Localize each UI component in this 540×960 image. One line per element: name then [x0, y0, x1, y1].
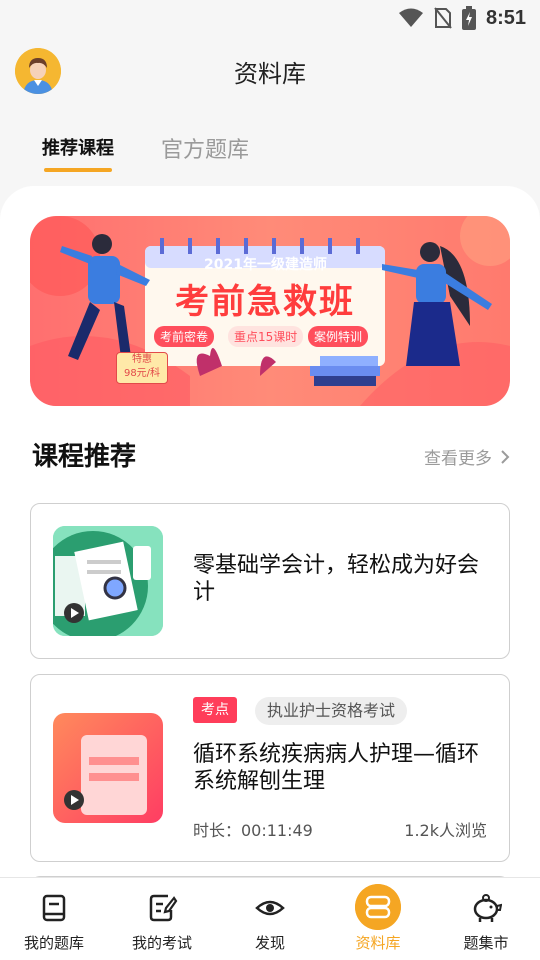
exam-category-tag[interactable]: 执业护士资格考试 [255, 697, 408, 725]
section-title: 课程推荐 [32, 442, 137, 472]
status-icons: 8:51 [398, 6, 526, 30]
bottom-nav: 我的题库 我的考试 发现 资料库 题集市 [0, 877, 540, 960]
nav-library[interactable]: 资料库 [324, 878, 432, 960]
app-header: 资料库 [0, 36, 540, 106]
course-view-count: 1.2k人浏览 [404, 821, 487, 840]
price-badge: 特惠 98元/科 [116, 352, 168, 384]
nav-label: 资料库 [355, 934, 401, 952]
nav-label: 发现 [254, 934, 285, 952]
course-title: 循环系统疾病病人护理—循环系统解刨生理 [193, 742, 480, 794]
nav-label: 题集市 [463, 934, 509, 952]
tab-bar: 推荐课程 官方题库 [0, 128, 540, 178]
accounting-thumbnail-illustration [53, 526, 163, 636]
price-badge-line2: 98元/科 [123, 368, 161, 379]
nav-my-question-bank[interactable]: 我的题库 [0, 878, 108, 960]
course-duration: 时长：00:11:49 [193, 821, 313, 840]
eye-icon [255, 900, 285, 916]
exam-edit-icon [149, 894, 178, 922]
course-card[interactable]: 考点 执业护士资格考试 循环系统疾病病人护理—循环系统解刨生理 时长：00:11… [30, 674, 510, 862]
course-title: 零基础学会计，轻松成为好会计 [193, 553, 480, 605]
tab-recommended-courses[interactable]: 推荐课程 [42, 134, 114, 160]
status-time: 8:51 [485, 6, 526, 29]
topic-tag: 考点 [193, 697, 237, 723]
tab-official-question-bank[interactable]: 官方题库 [161, 132, 249, 164]
wifi-icon [398, 8, 423, 27]
no-sim-icon [434, 7, 452, 29]
active-tab-indicator [44, 168, 112, 172]
banner-chip-2: 重点15课时 [228, 326, 304, 347]
view-more-link[interactable]: 查看更多 [424, 444, 510, 469]
banner-title: 考前急救班 [175, 282, 355, 322]
banner-subtitle: 2021年一级建造师 [204, 257, 327, 273]
nav-label: 我的题库 [23, 934, 84, 952]
nav-question-market[interactable]: 题集市 [432, 878, 540, 960]
banner-chip-1: 考前密卷 [154, 326, 215, 347]
promo-banner[interactable]: 2021年一级建造师 考前急救班 考前密卷 重点15课时 案例特训 特惠 98元… [30, 216, 510, 406]
chevron-right-icon [501, 449, 510, 464]
library-icon [355, 884, 401, 930]
banner-chip-3: 案例特训 [308, 326, 369, 347]
page-title: 资料库 [234, 60, 306, 88]
nav-label: 我的考试 [131, 934, 192, 952]
course-thumbnail [53, 526, 163, 636]
status-bar: 8:51 [0, 0, 540, 36]
document-thumbnail-illustration [64, 735, 147, 815]
course-card[interactable]: 零基础学会计，轻松成为好会计 [30, 503, 510, 659]
view-more-label: 查看更多 [424, 449, 492, 469]
price-badge-line1: 特惠 [132, 354, 152, 365]
piggy-bank-icon [473, 894, 502, 922]
nav-discover[interactable]: 发现 [216, 878, 324, 960]
book-icon [42, 894, 66, 922]
course-thumbnail [53, 713, 163, 823]
battery-charging-icon [461, 6, 476, 30]
nav-my-exams[interactable]: 我的考试 [108, 878, 216, 960]
content-panel: 2021年一级建造师 考前急救班 考前密卷 重点15课时 案例特训 特惠 98元… [0, 186, 540, 916]
